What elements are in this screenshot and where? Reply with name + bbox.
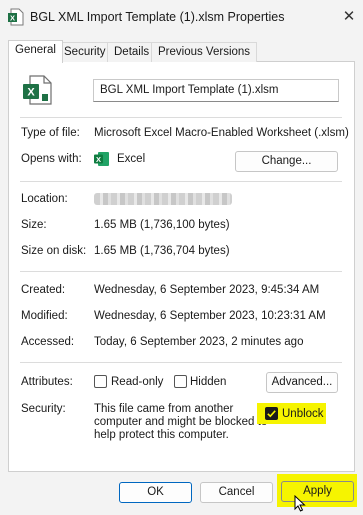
svg-text:X: X [96, 155, 101, 164]
tab-details[interactable]: Details [107, 42, 157, 62]
tab-security[interactable]: Security [57, 42, 113, 62]
security-label: Security: [21, 403, 66, 415]
size-on-disk-label: Size on disk: [21, 245, 87, 257]
divider [20, 271, 342, 272]
excel-large-file-icon: X [21, 74, 53, 106]
filename-field[interactable]: BGL XML Import Template (1).xlsm [93, 79, 339, 102]
excel-app-icon: X [94, 151, 110, 167]
tab-general[interactable]: General [8, 40, 63, 63]
svg-text:X: X [10, 13, 15, 22]
excel-file-icon: X [8, 8, 24, 26]
modified-value: Wednesday, 6 September 2023, 10:23:31 AM [94, 310, 326, 322]
security-message-line2: computer and might be blocked to [94, 416, 268, 428]
ok-button[interactable]: OK [119, 482, 192, 503]
cancel-button[interactable]: Cancel [200, 482, 273, 503]
unblock-checkbox[interactable] [265, 407, 278, 420]
size-value: 1.65 MB (1,736,100 bytes) [94, 219, 230, 231]
hidden-label[interactable]: Hidden [190, 376, 226, 388]
size-on-disk-value: 1.65 MB (1,736,704 bytes) [94, 245, 230, 257]
divider [20, 181, 342, 182]
advanced-button[interactable]: Advanced... [266, 372, 338, 393]
window-title: BGL XML Import Template (1).xlsm Propert… [30, 10, 285, 24]
modified-label: Modified: [21, 310, 68, 322]
created-label: Created: [21, 284, 66, 296]
apply-button[interactable]: Apply [281, 481, 354, 502]
svg-text:X: X [27, 87, 35, 99]
size-label: Size: [21, 219, 47, 231]
accessed-label: Accessed: [21, 336, 75, 348]
mouse-cursor-icon [294, 494, 306, 512]
readonly-checkbox[interactable] [94, 375, 107, 388]
hidden-checkbox[interactable] [174, 375, 187, 388]
unblock-label[interactable]: Unblock [282, 408, 324, 420]
opens-with-value: Excel [117, 153, 146, 165]
accessed-value: Today, 6 September 2023, 2 minutes ago [94, 336, 304, 348]
readonly-label[interactable]: Read-only [111, 376, 163, 388]
close-icon[interactable]: ✕ [335, 0, 363, 34]
opens-with-label: Opens with: [21, 153, 82, 165]
change-button[interactable]: Change... [235, 151, 338, 172]
divider [20, 362, 342, 363]
created-value: Wednesday, 6 September 2023, 9:45:34 AM [94, 284, 320, 296]
security-message-line3: help protect this computer. [94, 429, 229, 441]
security-message-line1: This file came from another [94, 403, 234, 415]
divider [20, 117, 342, 118]
attributes-label: Attributes: [21, 376, 73, 388]
type-of-file-label: Type of file: [21, 127, 80, 139]
location-value-redacted [94, 193, 232, 205]
location-label: Location: [21, 193, 68, 205]
type-of-file-value: Microsoft Excel Macro-Enabled Worksheet … [94, 127, 349, 139]
checkmark-icon [267, 410, 276, 418]
tab-previous-versions[interactable]: Previous Versions [151, 42, 258, 62]
